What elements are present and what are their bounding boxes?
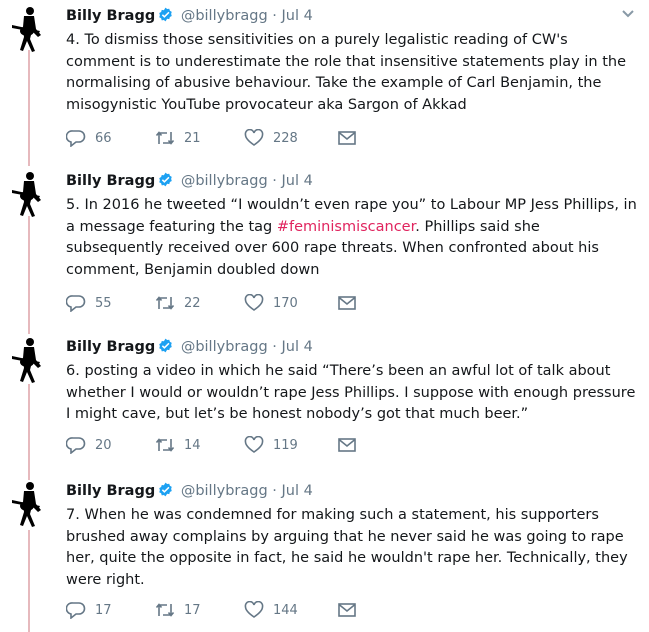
retweet-icon — [155, 131, 175, 145]
reply-button[interactable]: 55 — [66, 294, 112, 312]
author-handle[interactable]: @billybragg — [181, 339, 268, 355]
separator-dot: · — [272, 173, 277, 189]
direct-message-button[interactable] — [337, 601, 366, 619]
reply-count: 20 — [95, 437, 112, 453]
tweet-text-body: 7. When he was condemned for making such… — [66, 507, 628, 588]
heart-icon — [244, 601, 264, 618]
tweet-actions: 55 22 170 — [66, 294, 366, 314]
tweet[interactable]: Billy Bragg @billybragg · Jul 4 5. In 20… — [0, 170, 649, 320]
like-count: 144 — [273, 602, 298, 618]
like-button[interactable]: 144 — [244, 601, 298, 619]
tweet[interactable]: Billy Bragg @billybragg · Jul 4 6. posti… — [0, 336, 649, 466]
tweet-date[interactable]: Jul 4 — [282, 339, 313, 355]
chevron-down-icon[interactable] — [621, 9, 635, 19]
envelope-icon — [338, 603, 356, 617]
retweet-icon — [155, 438, 175, 452]
direct-message-button[interactable] — [337, 129, 366, 147]
tweet-text-body: 4. To dismiss those sensitivities on a p… — [66, 32, 626, 113]
reply-count: 55 — [95, 295, 112, 311]
retweet-button[interactable]: 14 — [155, 436, 201, 454]
tweet-text: 5. In 2016 he tweeted “I wouldn’t even r… — [66, 195, 641, 281]
tweet[interactable]: Billy Bragg @billybragg · Jul 4 7. When … — [0, 480, 649, 630]
retweet-button[interactable]: 21 — [155, 129, 201, 147]
guitarist-silhouette-avatar[interactable] — [10, 480, 48, 528]
retweet-count: 14 — [184, 437, 201, 453]
verified-badge-icon — [159, 482, 172, 497]
tweet-actions: 66 21 228 — [66, 129, 366, 149]
reply-button[interactable]: 17 — [66, 601, 112, 619]
tweet-text: 6. posting a video in which he said “The… — [66, 361, 641, 426]
guitarist-silhouette-avatar[interactable] — [10, 336, 48, 384]
tweet-header: Billy Bragg @billybragg · Jul 4 — [66, 481, 313, 501]
author-name[interactable]: Billy Bragg — [66, 483, 155, 499]
reply-icon — [66, 295, 86, 312]
tweet-header: Billy Bragg @billybragg · Jul 4 — [66, 6, 313, 26]
reply-button[interactable]: 20 — [66, 436, 112, 454]
tweet-header: Billy Bragg @billybragg · Jul 4 — [66, 171, 313, 191]
tweet[interactable]: Billy Bragg @billybragg · Jul 4 4. To di… — [0, 5, 649, 155]
envelope-icon — [338, 438, 356, 452]
verified-badge-icon — [159, 338, 172, 353]
tweet-date[interactable]: Jul 4 — [282, 483, 313, 499]
tweet-date[interactable]: Jul 4 — [282, 173, 313, 189]
reply-icon — [66, 130, 86, 147]
guitarist-silhouette-avatar[interactable] — [10, 170, 48, 218]
tweet-date[interactable]: Jul 4 — [282, 8, 313, 24]
retweet-icon — [155, 603, 175, 617]
like-count: 170 — [273, 295, 298, 311]
author-name[interactable]: Billy Bragg — [66, 8, 155, 24]
separator-dot: · — [272, 339, 277, 355]
heart-icon — [244, 129, 264, 146]
author-name[interactable]: Billy Bragg — [66, 173, 155, 189]
retweet-button[interactable]: 17 — [155, 601, 201, 619]
verified-badge-icon — [159, 172, 172, 187]
verified-badge-icon — [159, 7, 172, 22]
tweet-header: Billy Bragg @billybragg · Jul 4 — [66, 337, 313, 357]
like-count: 228 — [273, 130, 298, 146]
reply-button[interactable]: 66 — [66, 129, 112, 147]
like-button[interactable]: 119 — [244, 436, 298, 454]
heart-icon — [244, 436, 264, 453]
reply-icon — [66, 602, 86, 619]
tweet-text-body: 6. posting a video in which he said “The… — [66, 363, 636, 422]
tweet-actions: 20 14 119 — [66, 436, 366, 456]
guitarist-silhouette-avatar[interactable] — [10, 5, 48, 53]
retweet-count: 22 — [184, 295, 201, 311]
tweet-text: 4. To dismiss those sensitivities on a p… — [66, 30, 641, 116]
retweet-count: 21 — [184, 130, 201, 146]
retweet-count: 17 — [184, 602, 201, 618]
reply-icon — [66, 437, 86, 454]
author-name[interactable]: Billy Bragg — [66, 339, 155, 355]
like-button[interactable]: 170 — [244, 294, 298, 312]
retweet-button[interactable]: 22 — [155, 294, 201, 312]
direct-message-button[interactable] — [337, 436, 366, 454]
retweet-icon — [155, 296, 175, 310]
tweet-actions: 17 17 144 — [66, 601, 366, 621]
author-handle[interactable]: @billybragg — [181, 8, 268, 24]
separator-dot: · — [272, 8, 277, 24]
reply-count: 66 — [95, 130, 112, 146]
like-count: 119 — [273, 437, 298, 453]
author-handle[interactable]: @billybragg — [181, 173, 268, 189]
heart-icon — [244, 294, 264, 311]
envelope-icon — [338, 131, 356, 145]
author-handle[interactable]: @billybragg — [181, 483, 268, 499]
tweet-text: 7. When he was condemned for making such… — [66, 505, 641, 591]
direct-message-button[interactable] — [337, 294, 366, 312]
hashtag-link[interactable]: #feminismiscancer — [277, 219, 415, 235]
envelope-icon — [338, 296, 356, 310]
tweet-thread: Billy Bragg @billybragg · Jul 4 4. To di… — [0, 0, 649, 632]
separator-dot: · — [272, 483, 277, 499]
reply-count: 17 — [95, 602, 112, 618]
like-button[interactable]: 228 — [244, 129, 298, 147]
